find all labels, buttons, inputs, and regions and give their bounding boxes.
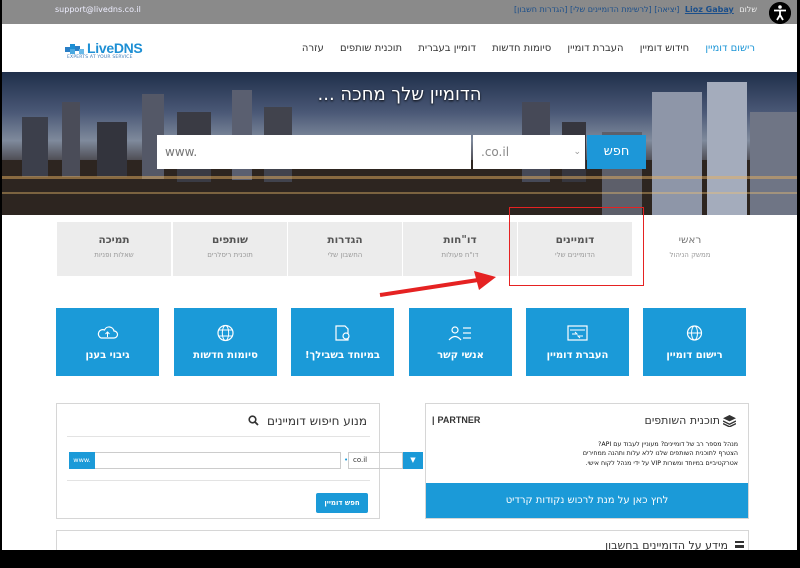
- partner-line: מנהל מספר רב של דומיינים? מעוניין לעבוד …: [597, 441, 738, 448]
- transfer-icon: [567, 325, 588, 341]
- tab-partners[interactable]: שותפים תוכנית ריסלרים: [172, 222, 287, 276]
- tile-register-domain[interactable]: רישום דומיין: [643, 308, 746, 376]
- search-domain-button[interactable]: חפש דומיין: [316, 493, 368, 513]
- tab-main[interactable]: ראשי ממשק הניהול: [632, 222, 747, 276]
- partner-description: מנהל מספר רב של דומיינים? מעוניין לעבוד …: [438, 440, 738, 468]
- hero-headline: הדומיין שלך מחכה ...: [317, 84, 482, 105]
- annotation-highlight-box: [509, 207, 644, 286]
- panel-title: מידע על הדומיינים בחשבון: [605, 539, 728, 550]
- support-email-link[interactable]: support@livedns.co.il: [55, 5, 141, 14]
- logo-cubes-icon: [65, 44, 84, 54]
- divider: [67, 480, 370, 481]
- logo-text: LiveDNS: [87, 40, 143, 56]
- layers-icon: [723, 415, 736, 427]
- globe-icon: [217, 324, 234, 342]
- tile-label: אנשי קשר: [437, 350, 484, 361]
- caret-down-icon[interactable]: ▼: [403, 452, 423, 469]
- browser-page: support@livedns.co.il שלום Lioz Gabay [י…: [2, 0, 797, 550]
- tab-title: הגדרות: [327, 234, 363, 246]
- nav-new-tlds[interactable]: סיומות חדשות: [492, 43, 551, 54]
- domains-info-panel: מידע על הדומיינים בחשבון: [56, 530, 749, 550]
- list-icon: [735, 541, 744, 548]
- domain-search-input[interactable]: [157, 135, 471, 169]
- account-links[interactable]: [יציאה] [לרשימת הדומיינים שלי] [הגדרות ח…: [514, 5, 679, 14]
- tab-title: דו"חות: [443, 234, 477, 246]
- tab-title: ראשי: [678, 234, 702, 246]
- tld-select-value: .co.il: [481, 145, 510, 159]
- domain-search-panel: מנוע חיפוש דומיינים www. • co.il ▼ חפש ד…: [56, 403, 423, 519]
- greeting-text: שלום: [739, 5, 757, 14]
- nav-renew-domain[interactable]: חידוש דומיין: [640, 43, 689, 54]
- contacts-icon: [448, 326, 471, 341]
- tile-contacts[interactable]: אנשי קשר: [409, 308, 512, 376]
- nav-register-domain[interactable]: רישום דומיין: [705, 43, 755, 54]
- www-prefix: www.: [69, 452, 95, 469]
- top-bar: support@livedns.co.il שלום Lioz Gabay [י…: [2, 0, 797, 24]
- cloud-backup-icon: [97, 326, 119, 339]
- domain-name-input[interactable]: [95, 452, 341, 469]
- user-area: שלום Lioz Gabay [יציאה] [לרשימת הדומייני…: [512, 5, 757, 14]
- hero-banner: הדומיין שלך מחכה ... .co.il ⌄ חפש: [2, 72, 797, 215]
- user-name-link[interactable]: Lioz Gabay: [685, 5, 734, 14]
- panel-title: תוכנית השותפים: [644, 414, 720, 427]
- tile-transfer-domain[interactable]: העברת דומיין: [526, 308, 629, 376]
- tab-subtitle: שאלות ופניות: [94, 251, 134, 259]
- tile-new-tlds[interactable]: סיומות חדשות: [174, 308, 277, 376]
- partner-logo: | PARTNER: [432, 415, 480, 425]
- tile-label: במיוחד בשבילך!: [304, 350, 381, 361]
- tab-subtitle: דו"ח פעולות: [441, 251, 479, 259]
- tile-label: סיומות חדשות: [193, 350, 258, 361]
- tld-dropdown[interactable]: co.il: [348, 452, 403, 469]
- main-nav: רישום דומיין חידוש דומיין העברת דומיין ס…: [289, 43, 755, 54]
- tab-subtitle: ממשק הניהול: [669, 251, 711, 259]
- partner-brand-text: PARTNER: [437, 415, 481, 425]
- tile-label: רישום דומיין: [666, 350, 723, 361]
- tile-label: העברת דומיין: [546, 350, 609, 361]
- partner-line: הצטרף לתוכנית השותפים שלנו ללא עלות ותהנ…: [582, 450, 738, 458]
- chevron-down-icon: ⌄: [573, 147, 581, 157]
- special-icon: [335, 325, 350, 341]
- search-button[interactable]: חפש: [587, 135, 646, 169]
- nav-transfer-domain[interactable]: העברת דומיין: [567, 43, 623, 54]
- tile-special-offer[interactable]: במיוחד בשבילך!: [291, 308, 394, 376]
- tab-subtitle: תוכנית ריסלרים: [207, 251, 253, 259]
- tab-title: שותפים: [211, 234, 249, 246]
- tld-select[interactable]: .co.il ⌄: [473, 135, 585, 169]
- tab-title: תמיכה: [98, 234, 130, 246]
- search-icon: [248, 415, 259, 426]
- partner-line: אטרקטיביים במיוחד ומשרות VIP על ידי מנהל…: [585, 459, 738, 467]
- partner-program-panel: תוכנית השותפים | PARTNER מנהל מספר רב של …: [425, 403, 749, 519]
- tile-cloud-backup[interactable]: גיבוי בענן: [56, 308, 159, 376]
- logo-tagline: EXPERTS AT YOUR SERVICE: [67, 55, 133, 60]
- tab-subtitle: החשבון שלי: [327, 251, 363, 259]
- divider: [67, 436, 370, 437]
- site-header: LiveDNS EXPERTS AT YOUR SERVICE רישום דו…: [2, 24, 797, 72]
- logo-bar: |: [432, 415, 435, 425]
- nav-partners-program[interactable]: תוכנית שותפים: [340, 43, 402, 54]
- panel-heading: מנוע חיפוש דומיינים: [248, 414, 367, 428]
- accessibility-icon[interactable]: [769, 2, 791, 24]
- annotation-arrow-icon: [379, 271, 496, 297]
- globe-plus-icon: [686, 325, 703, 341]
- tile-label: גיבוי בענן: [85, 350, 130, 361]
- nav-hebrew-domain[interactable]: דומיין בעברית: [418, 43, 476, 54]
- panel-title: מנוע חיפוש דומיינים: [267, 414, 367, 428]
- tab-support[interactable]: תמיכה שאלות ופניות: [56, 222, 171, 276]
- nav-help[interactable]: עזרה: [302, 43, 324, 54]
- buy-credits-button[interactable]: לחץ כאן על מנת לרכוש נקודות קרדיט: [426, 483, 748, 518]
